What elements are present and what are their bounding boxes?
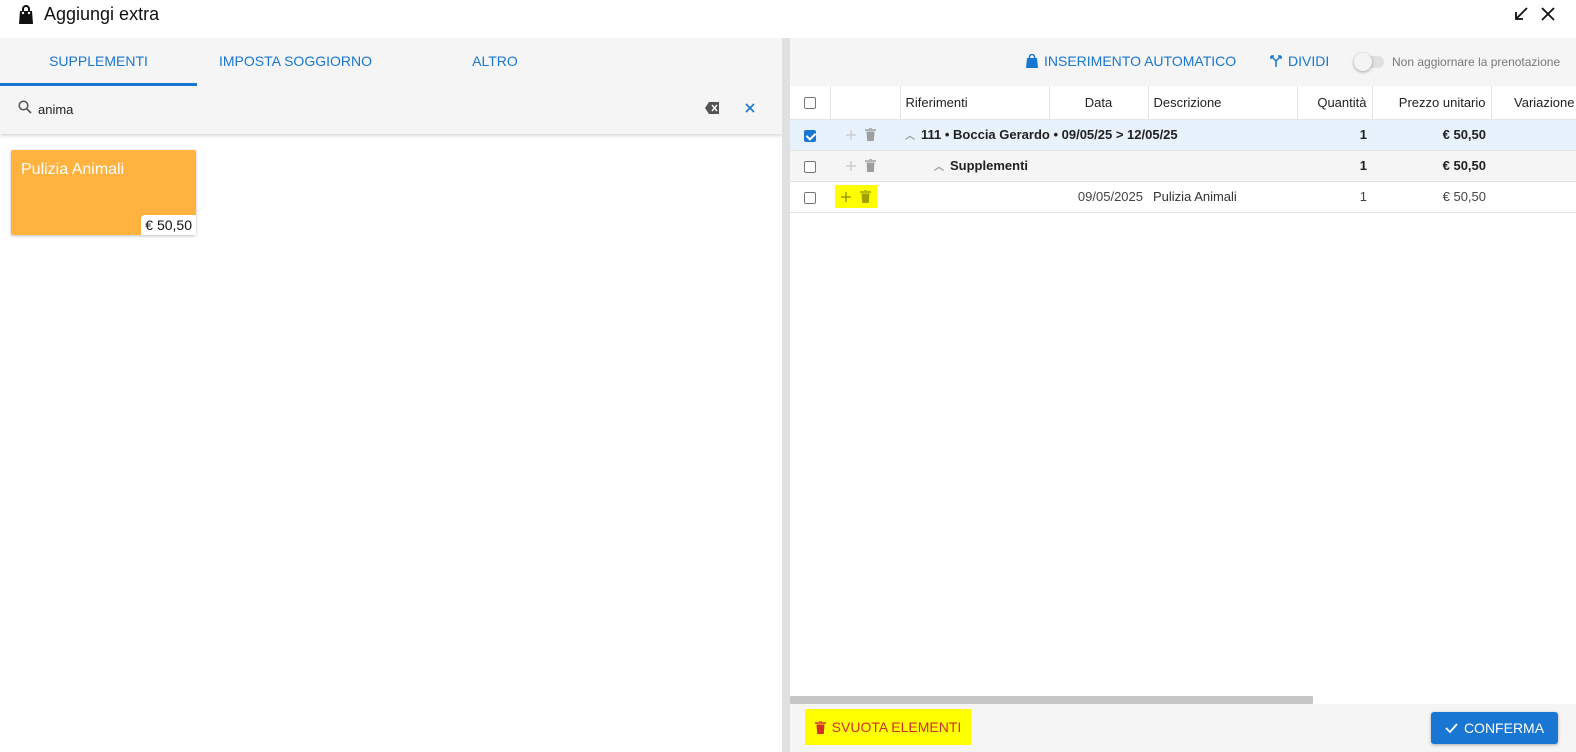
row-reference: ︿ 111 • Boccia Gerardo • 09/05/25 > 12/05… <box>900 119 1297 151</box>
collapse-chevron-icon[interactable]: ︿ <box>934 158 944 173</box>
auto-insert-button[interactable]: INSERIMENTO AUTOMATICO <box>1026 53 1236 69</box>
split-label: DIVIDI <box>1288 53 1330 69</box>
row-unit-price: € 50,50 <box>1372 150 1491 182</box>
row-select-cell <box>790 181 830 213</box>
column-header-variazione[interactable]: Variazione <box>1491 86 1576 120</box>
table-row[interactable]: ︿ 111 • Boccia Gerardo • 09/05/25 > 12/05… <box>790 119 1576 151</box>
search-icon <box>18 100 32 114</box>
footer-bar: SVUOTA ELEMENTI CONFERMA <box>790 704 1576 752</box>
toolbar: INSERIMENTO AUTOMATICO DIVIDI Non aggior… <box>790 38 1576 86</box>
table-row[interactable]: ︿ Supplementi 1 € 50,50 <box>790 150 1576 182</box>
auto-insert-label: INSERIMENTO AUTOMATICO <box>1044 53 1237 69</box>
column-header-prezzo-unitario[interactable]: Prezzo unitario <box>1372 86 1492 120</box>
tab-imposta-soggiorno[interactable]: IMPOSTA SOGGIORNO <box>197 38 394 86</box>
toggle-label: Non aggiornare la prenotazione <box>1392 55 1561 69</box>
row-unit-price: € 50,50 <box>1372 181 1491 213</box>
table-header-row: Riferimenti Data Descrizione Quantità Pr… <box>790 86 1576 120</box>
row-select-cell <box>790 150 830 182</box>
shopping-bag-icon <box>17 5 35 25</box>
actions-header <box>830 86 901 120</box>
empty-items-label: SVUOTA ELEMENTI <box>831 719 962 735</box>
trash-icon[interactable] <box>860 190 871 203</box>
extra-card[interactable]: Pulizia Animali € 50,50 <box>11 150 196 235</box>
column-header-descrizione[interactable]: Descrizione <box>1148 86 1298 120</box>
no-update-booking-toggle[interactable]: Non aggiornare la prenotazione <box>1354 53 1561 71</box>
row-checkbox[interactable] <box>804 160 816 173</box>
row-reference <box>900 181 1049 213</box>
panel-splitter[interactable] <box>782 38 790 752</box>
row-variation <box>1491 119 1576 151</box>
reference-text: 111 • Boccia Gerardo • 09/05/25 > 12/05/… <box>921 127 1178 142</box>
collapse-chevron-icon[interactable]: ︿ <box>905 127 915 142</box>
tab-altro[interactable]: ALTRO <box>394 38 596 86</box>
trash-icon <box>814 720 826 734</box>
close-icon[interactable] <box>744 102 756 114</box>
row-unit-price: € 50,50 <box>1372 119 1491 151</box>
column-header-quantita[interactable]: Quantità <box>1297 86 1373 120</box>
column-header-data[interactable]: Data <box>1049 86 1149 120</box>
add-icon[interactable] <box>841 191 851 202</box>
select-all-checkbox[interactable] <box>803 97 816 110</box>
add-icon[interactable] <box>846 129 856 140</box>
row-date: 09/05/2025 <box>1049 181 1148 213</box>
title-bar: Aggiungi extra <box>0 0 1576 30</box>
row-variation <box>1491 150 1576 182</box>
confirm-button[interactable]: CONFERMA <box>1431 712 1558 744</box>
row-actions <box>830 150 900 182</box>
highlighted-actions <box>835 185 877 208</box>
row-select-cell <box>790 119 830 151</box>
extra-card-name: Pulizia Animali <box>21 161 125 178</box>
tab-supplementi[interactable]: SUPPLEMENTI <box>0 38 197 86</box>
confirm-label: CONFERMA <box>1463 720 1545 736</box>
shopping-bag-icon <box>1026 54 1038 68</box>
row-actions <box>830 181 900 213</box>
category-tabs: SUPPLEMENTI IMPOSTA SOGGIORNO ALTRO <box>0 38 782 86</box>
add-icon[interactable] <box>846 160 856 171</box>
check-icon <box>1445 723 1458 733</box>
close-icon[interactable] <box>1540 6 1556 22</box>
search-input[interactable] <box>38 98 678 120</box>
extras-catalog-panel: SUPPLEMENTI IMPOSTA SOGGIORNO ALTRO Puli… <box>0 38 782 752</box>
toggle-track[interactable] <box>1354 53 1384 71</box>
column-header-riferimenti[interactable]: Riferimenti <box>900 86 1050 120</box>
trash-icon[interactable] <box>865 128 876 141</box>
row-reference: ︿ Supplementi <box>900 150 1297 182</box>
row-quantity: 1 <box>1297 150 1372 182</box>
row-checkbox[interactable] <box>804 129 816 142</box>
selected-extras-panel: INSERIMENTO AUTOMATICO DIVIDI Non aggior… <box>790 38 1576 752</box>
empty-items-button[interactable]: SVUOTA ELEMENTI <box>805 709 971 745</box>
row-quantity: 1 <box>1297 181 1372 213</box>
select-all-cell <box>790 86 831 120</box>
row-variation <box>1491 181 1576 213</box>
dialog-title: Aggiungi extra <box>44 4 160 24</box>
backspace-clear-icon[interactable] <box>705 102 719 114</box>
search-bar <box>0 86 782 134</box>
minimize-arrow-icon[interactable] <box>1513 6 1529 22</box>
toggle-knob <box>1354 53 1372 71</box>
table-row[interactable]: 09/05/2025 Pulizia Animali 1 € 50,50 <box>790 181 1576 213</box>
row-description: Pulizia Animali <box>1148 181 1297 213</box>
extra-card-price: € 50,50 <box>141 215 196 235</box>
row-actions <box>830 119 900 151</box>
horizontal-scrollbar[interactable] <box>790 696 1313 704</box>
row-quantity: 1 <box>1297 119 1372 151</box>
split-icon <box>1270 55 1282 67</box>
extras-table: Riferimenti Data Descrizione Quantità Pr… <box>790 86 1576 213</box>
trash-icon[interactable] <box>865 159 876 172</box>
reference-text: Supplementi <box>950 158 1029 173</box>
row-checkbox[interactable] <box>804 191 816 204</box>
split-button[interactable]: DIVIDI <box>1270 53 1329 69</box>
